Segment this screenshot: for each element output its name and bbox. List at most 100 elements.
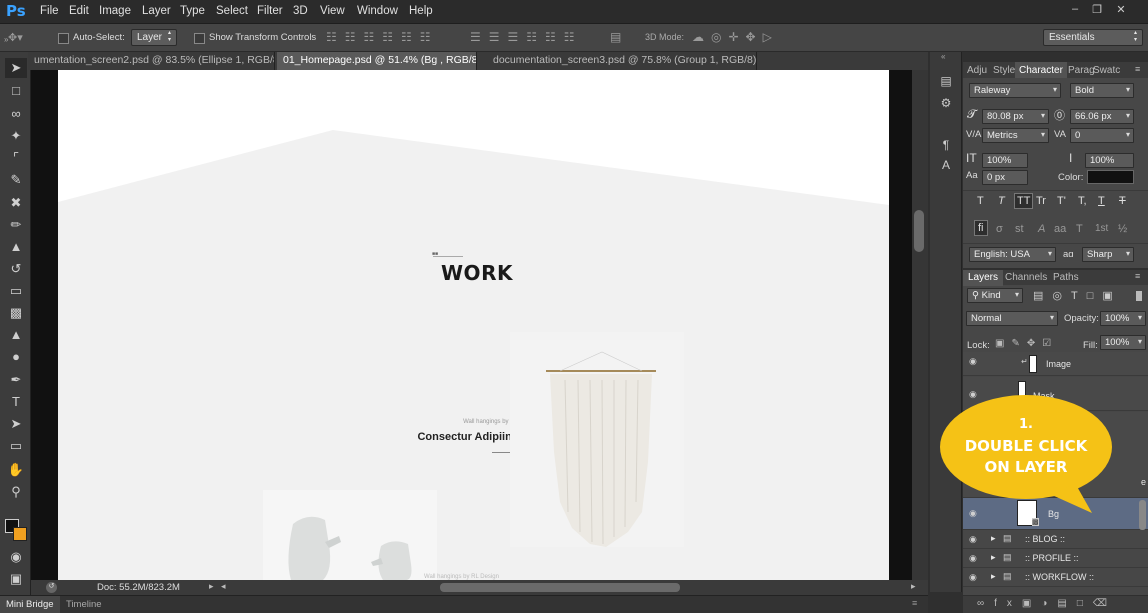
tab-swatches[interactable]: Swatc [1089, 62, 1124, 78]
collapse-icon[interactable]: » [4, 35, 26, 44]
horizontal-scale-field[interactable]: 100% [1085, 153, 1134, 168]
antialias-dropdown[interactable]: Sharp [1082, 247, 1134, 262]
fill-field[interactable]: 100% [1100, 335, 1146, 350]
dodge-tool-icon[interactable]: ● [5, 347, 27, 367]
font-style-dropdown[interactable]: Bold [1070, 83, 1134, 98]
text-color-swatch[interactable] [1087, 170, 1134, 184]
visibility-eye-icon[interactable]: ◉ [969, 534, 981, 544]
discretionary-ligatures-button[interactable]: st [1015, 223, 1024, 235]
background-color-swatch[interactable] [13, 527, 27, 541]
horizontal-scroll-thumb[interactable] [440, 583, 680, 592]
layer-name[interactable]: Image [1046, 359, 1071, 369]
status-arrow-icon[interactable]: ▸ [209, 581, 214, 592]
group-row-blog[interactable]: ◉ ▸ ▤ :: BLOG :: [963, 530, 1148, 549]
subscript-button[interactable]: T, [1078, 195, 1087, 207]
layer-footer-icons[interactable]: ∞fx▣◑▤□⌫ [977, 598, 1117, 609]
tab-channels[interactable]: Channels [1001, 270, 1051, 286]
blend-mode-dropdown[interactable]: Normal [966, 311, 1058, 326]
filter-toggle[interactable] [1136, 291, 1142, 301]
menu-layer[interactable]: Layer [142, 5, 171, 17]
menu-file[interactable]: File [40, 5, 59, 17]
font-size-field[interactable]: 80.08 px [982, 109, 1049, 124]
group-row-workflow[interactable]: ◉ ▸ ▤ :: WORKFLOW :: [963, 568, 1148, 587]
menu-image[interactable]: Image [99, 5, 131, 17]
tab-paths[interactable]: Paths [1049, 270, 1083, 286]
menu-filter[interactable]: Filter [257, 5, 283, 17]
tab-layers[interactable]: Layers [963, 270, 1004, 286]
status-menu-icon[interactable]: ↺ [46, 582, 57, 593]
menu-view[interactable]: View [320, 5, 345, 17]
quick-mask-icon[interactable]: ◉ [5, 547, 27, 567]
screen-mode-icon[interactable]: ▣ [5, 569, 27, 589]
scroll-right-icon[interactable]: ▸ [911, 581, 916, 592]
font-family-dropdown[interactable]: Raleway [969, 83, 1061, 98]
layer-filter-icons[interactable]: ▤◎T□▣ [1033, 289, 1122, 302]
expand-arrow-icon[interactable]: ▸ [991, 571, 996, 582]
type-tool-icon[interactable]: T [5, 392, 27, 412]
group-row-profile[interactable]: ◉ ▸ ▤ :: PROFILE :: [963, 549, 1148, 568]
underline-button[interactable]: T [1098, 195, 1105, 207]
kerning-dropdown[interactable]: Metrics [982, 128, 1049, 143]
menu-help[interactable]: Help [409, 5, 433, 17]
pen-tool-icon[interactable]: ✒ [5, 370, 27, 390]
titling-button[interactable]: T [1076, 223, 1083, 235]
vertical-scale-field[interactable]: 100% [982, 153, 1028, 168]
menu-type[interactable]: Type [180, 5, 205, 17]
paragraph-panel-icon[interactable]: ¶ [936, 138, 956, 156]
auto-align-icon[interactable]: ▤ [610, 30, 621, 44]
restore-button[interactable]: ❐ [1088, 3, 1106, 17]
brush-tool-icon[interactable]: ✏ [5, 215, 27, 235]
group-name[interactable]: :: BLOG :: [1025, 534, 1065, 544]
close-window-button[interactable]: ✕ [1112, 3, 1130, 17]
gradient-tool-icon[interactable]: ▩ [5, 303, 27, 323]
panel-menu-icon[interactable]: ≡ [1135, 64, 1140, 74]
faux-italic-button[interactable]: T [998, 195, 1005, 207]
superscript-button[interactable]: T' [1057, 195, 1066, 207]
tab-homepage[interactable]: 01_Homepage.psd @ 51.4% (Bg , RGB/8) * × [277, 52, 477, 70]
fractions-button[interactable]: ½ [1118, 223, 1127, 235]
blur-tool-icon[interactable]: ▲ [5, 325, 27, 345]
all-caps-button[interactable]: TT [1014, 193, 1034, 209]
baseline-field[interactable]: 0 px [982, 170, 1028, 185]
tab-documentation-screen3[interactable]: documentation_screen3.psd @ 75.8% (Group… [487, 52, 757, 70]
expand-arrow-icon[interactable]: ▸ [991, 552, 996, 563]
vertical-scroll-thumb[interactable] [914, 210, 924, 252]
stylistic-alternates-button[interactable]: aa [1054, 223, 1066, 235]
eyedropper-icon[interactable]: ✎ [5, 170, 27, 190]
language-dropdown[interactable]: English: USA [969, 247, 1056, 262]
bottom-menu-icon[interactable]: ≡ [912, 598, 917, 608]
visibility-eye-icon[interactable]: ◉ [969, 572, 981, 582]
group-name[interactable]: :: WORKFLOW :: [1025, 572, 1094, 582]
group-name[interactable]: :: PROFILE :: [1025, 553, 1079, 563]
ligatures-button[interactable]: fi [974, 220, 988, 236]
minimize-button[interactable]: – [1066, 3, 1084, 17]
visibility-eye-icon[interactable]: ◉ [969, 553, 981, 563]
leading-field[interactable]: 66.06 px [1070, 109, 1134, 124]
tab-documentation-screen2[interactable]: umentation_screen2.psd @ 83.5% (Ellipse … [28, 52, 275, 70]
crop-tool-icon[interactable]: ⌜ [5, 148, 27, 168]
tab-mini-bridge[interactable]: Mini Bridge [0, 596, 60, 613]
swash-button[interactable]: A [1038, 223, 1045, 235]
path-select-icon[interactable]: ➤ [5, 414, 27, 434]
distribute-icons[interactable]: ☰☰☰☷☷☷ [470, 30, 583, 44]
show-transform-checkbox[interactable] [194, 33, 205, 44]
rectangle-tool-icon[interactable]: ▭ [5, 436, 27, 456]
menu-3d[interactable]: 3D [293, 5, 308, 17]
marquee-tool-icon[interactable]: □ [5, 81, 27, 101]
tab-adjustments[interactable]: Adju [963, 62, 991, 78]
history-brush-icon[interactable]: ↺ [5, 259, 27, 279]
opacity-field[interactable]: 100% [1100, 311, 1146, 326]
zoom-tool-icon[interactable]: ⚲ [5, 482, 27, 502]
expand-arrow-icon[interactable]: ▸ [991, 533, 996, 544]
properties-panel-icon[interactable]: ⚙ [936, 96, 956, 114]
hand-tool-icon[interactable]: ✋ [5, 460, 27, 480]
layer-row-image[interactable]: ◉ ↵ Image [963, 352, 1148, 376]
layers-menu-icon[interactable]: ≡ [1135, 271, 1140, 281]
faux-bold-button[interactable]: T [977, 195, 984, 207]
eraser-tool-icon[interactable]: ▭ [5, 281, 27, 301]
tracking-field[interactable]: 0 [1070, 128, 1134, 143]
move-tool-icon[interactable]: ➤ [5, 58, 27, 78]
lock-icons[interactable]: ▣✎✥☑ [995, 338, 1058, 349]
magic-wand-icon[interactable]: ✦ [5, 126, 27, 146]
visibility-eye-icon[interactable]: ◉ [969, 356, 981, 366]
